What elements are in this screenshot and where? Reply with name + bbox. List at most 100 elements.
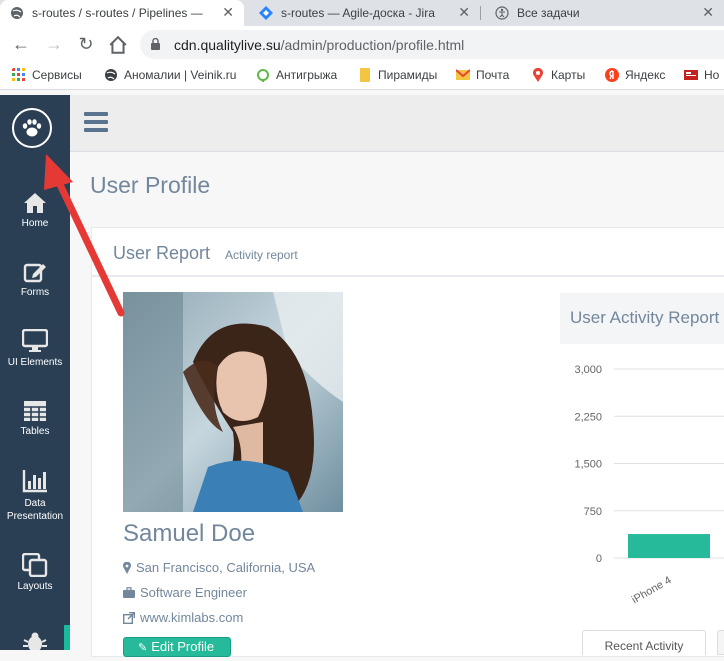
- panel-title: User Report: [113, 243, 211, 263]
- bookmarks-bar: Сервисы Аномалии | Veinik.ru Антигрыжа П…: [0, 62, 724, 90]
- apps-grid-icon: [12, 68, 25, 81]
- panel-subtitle: Activity report: [225, 248, 298, 262]
- bookmark-yandex[interactable]: Яндекс: [605, 68, 665, 82]
- url-path: /admin/production/profile.html: [280, 37, 465, 53]
- forward-icon[interactable]: →: [44, 34, 64, 54]
- menu-toggle-icon[interactable]: [84, 112, 108, 132]
- bug-icon[interactable]: [22, 632, 48, 650]
- home-icon[interactable]: [108, 35, 128, 55]
- address-bar[interactable]: cdn.qualitylive.su/admin/production/prof…: [140, 30, 724, 59]
- chart-y-tick-label: 0: [596, 553, 602, 565]
- back-icon[interactable]: ←: [11, 34, 31, 54]
- url-host: cdn.qualitylive.su: [174, 37, 281, 53]
- bookmark-label: Яндекс: [625, 68, 666, 82]
- edit-profile-label: Edit Profile: [151, 639, 215, 654]
- lock-icon: [151, 38, 160, 50]
- chart-header: User Activity Report: [560, 293, 724, 344]
- edit-profile-button[interactable]: ✎ Edit Profile: [123, 637, 231, 657]
- desktop-icon: [22, 329, 48, 352]
- yandex-icon: [605, 68, 619, 82]
- tab-next[interactable]: [717, 630, 724, 655]
- profile-location-text: San Francisco, California, USA: [136, 560, 316, 575]
- page-title: User Profile: [90, 172, 211, 198]
- news-icon: [684, 70, 698, 80]
- user-activity-chart: 3,000 2,250 1,500 750 0 iPhone 4: [574, 364, 724, 606]
- close-icon[interactable]: ✕: [702, 4, 714, 21]
- sidebar-item-home[interactable]: Home: [0, 192, 70, 229]
- accessibility-icon: [495, 6, 509, 20]
- sidebar-item-label: Home: [21, 218, 49, 229]
- bookmark-label: Почта: [476, 68, 510, 82]
- close-icon[interactable]: ✕: [458, 4, 470, 21]
- mail-icon: [456, 69, 470, 80]
- browser-tab[interactable]: s-routes — Agile-доска - Jira ✕: [249, 0, 480, 26]
- sidebar-item-ui-elements[interactable]: UI Elements: [0, 329, 70, 368]
- sidebar-item-layouts[interactable]: Layouts: [0, 553, 70, 592]
- browser-tab-title: s-routes / s-routes / Pipelines —: [32, 6, 203, 20]
- globe-icon: [11, 7, 23, 19]
- bookmark-label: Сервисы: [32, 68, 82, 82]
- sidebar: Home Forms UI Elements Tables Data Prese…: [0, 95, 70, 650]
- bookmark-maps[interactable]: Карты: [531, 68, 585, 82]
- panel-divider: [91, 275, 724, 277]
- leaf-icon: [257, 69, 269, 82]
- tab-recent-activity[interactable]: Recent Activity: [582, 630, 706, 655]
- bookmark-label: Аномалии | Veinik.ru: [124, 68, 237, 82]
- sidebar-item-label: Layouts: [17, 581, 53, 592]
- bookmark-label: Но: [704, 68, 720, 82]
- profile-website-link[interactable]: www.kimlabs.com: [140, 610, 243, 625]
- bookmark-other[interactable]: Но: [684, 68, 719, 82]
- sidebar-item-label: Data Presentation: [6, 498, 64, 522]
- external-link-icon: [123, 611, 135, 624]
- profile-job-text: Software Engineer: [140, 585, 247, 600]
- reload-icon[interactable]: ↻: [76, 34, 96, 54]
- bookmark-label: Карты: [551, 68, 586, 82]
- chart-y-tick-label: 3,000: [574, 364, 602, 376]
- home-icon: [24, 193, 46, 213]
- profile-job: Software Engineer: [123, 585, 247, 600]
- bookmark-pyramids[interactable]: Пирамиды: [358, 68, 437, 82]
- chart-y-tick-label: 1,500: [574, 459, 602, 471]
- chart-y-tick-label: 750: [584, 506, 602, 518]
- profile-name: Samuel Doe: [123, 520, 256, 547]
- jira-icon: [259, 6, 273, 20]
- bookmark-mail[interactable]: Почта: [456, 68, 509, 82]
- edit-icon: ✎: [138, 642, 148, 654]
- briefcase-icon: [123, 587, 135, 598]
- edit-icon: [23, 263, 46, 283]
- bookmark-antigryzha[interactable]: Антигрыжа: [256, 68, 337, 82]
- profile-location: San Francisco, California, USA: [123, 560, 315, 575]
- sidebar-item-label: Tables: [20, 426, 50, 437]
- globe-icon: [105, 69, 117, 81]
- table-icon: [24, 401, 46, 421]
- tab-separator: [480, 6, 481, 20]
- sidebar-item-label: UI Elements: [7, 357, 63, 368]
- sidebar-active-indicator: [64, 625, 70, 650]
- browser-tab-bar: s-routes / s-routes / Pipelines — ✕ s-ro…: [0, 0, 724, 26]
- clone-icon: [22, 553, 48, 577]
- map-marker-icon: [123, 561, 131, 574]
- bookmark-services[interactable]: Сервисы: [12, 68, 82, 82]
- sidebar-item-forms[interactable]: Forms: [0, 261, 70, 298]
- chart-bar[interactable]: [628, 534, 710, 558]
- brand-logo[interactable]: [12, 108, 52, 148]
- sidebar-item-data-presentation[interactable]: Data Presentation: [0, 469, 70, 523]
- bookmark-veinik[interactable]: Аномалии | Veinik.ru: [104, 68, 236, 82]
- browser-tab[interactable]: s-routes / s-routes / Pipelines — ✕: [0, 0, 244, 26]
- sidebar-item-label: Forms: [20, 287, 50, 298]
- bookmark-label: Пирамиды: [378, 68, 438, 82]
- tab-recent-activity-label: Recent Activity: [604, 639, 684, 653]
- chart-x-tick-label: iPhone 4: [630, 574, 674, 606]
- browser-tab[interactable]: Все задачи ✕: [485, 0, 724, 26]
- close-icon[interactable]: ✕: [222, 4, 234, 21]
- paw-icon: [22, 119, 42, 137]
- bar-chart-icon: [22, 470, 47, 493]
- chart-title: User Activity Report: [570, 308, 720, 327]
- profile-website[interactable]: www.kimlabs.com: [123, 610, 243, 625]
- profile-photo: [123, 292, 343, 512]
- browser-tab-title: s-routes — Agile-доска - Jira: [281, 6, 435, 20]
- map-pin-icon: [533, 68, 543, 82]
- bookmark-page-icon: [360, 68, 370, 82]
- chart-y-tick-label: 2,250: [574, 411, 602, 423]
- sidebar-item-tables[interactable]: Tables: [0, 400, 70, 437]
